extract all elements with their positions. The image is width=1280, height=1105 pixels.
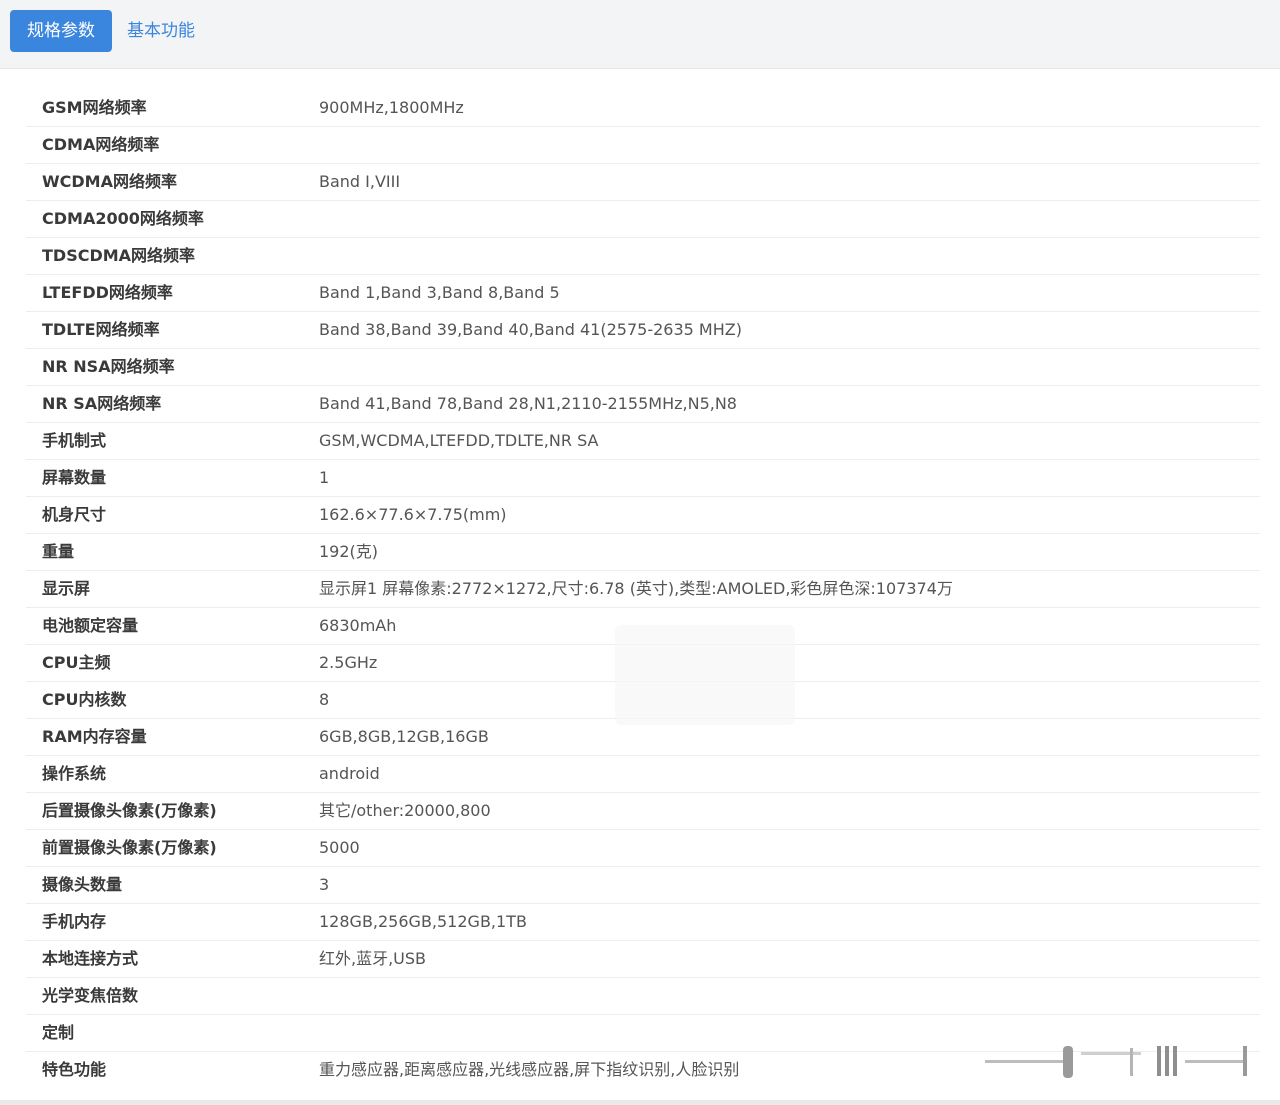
bottom-divider (0, 1100, 1280, 1105)
spec-row: 显示屏 显示屏1 屏幕像素:2772×1272,尺寸:6.78 (英寸),类型:A… (26, 571, 1260, 608)
spec-row: TDSCDMA网络频率 (26, 238, 1260, 275)
spec-value: 6GB,8GB,12GB,16GB (319, 727, 489, 746)
spec-value: Band I,VIII (319, 172, 401, 191)
spec-row: NR SA网络频率 Band 41,Band 78,Band 28,N1,2110… (26, 386, 1260, 423)
spec-key: 手机制式 (42, 431, 107, 450)
spec-value: 其它/other:20000,800 (319, 801, 491, 820)
spec-value: android (319, 764, 380, 783)
spec-row: 摄像头数量 3 (26, 867, 1260, 904)
spec-value: 128GB,256GB,512GB,1TB (319, 912, 527, 931)
spec-key: WCDMA网络频率 (42, 172, 177, 191)
spec-key: TDSCDMA网络频率 (42, 246, 196, 265)
watermark-logo-icon (985, 1046, 1247, 1078)
spec-row: NR NSA网络频率 (26, 349, 1260, 386)
spec-value: 1 (319, 468, 330, 487)
spec-key: 定制 (42, 1023, 75, 1042)
spec-key: CPU主频 (42, 653, 111, 672)
spec-row: CDMA网络频率 (26, 127, 1260, 164)
spec-value: Band 38,Band 39,Band 40,Band 41(2575-263… (319, 320, 742, 339)
tab-specs[interactable]: 规格参数 (10, 10, 112, 52)
spec-row: 手机制式 GSM,WCDMA,LTEFDD,TDLTE,NR SA (26, 423, 1260, 460)
spec-value: 900MHz,1800MHz (319, 98, 464, 117)
spec-key: 本地连接方式 (42, 949, 139, 968)
spec-row: 重量 192(克) (26, 534, 1260, 571)
spec-value: Band 1,Band 3,Band 8,Band 5 (319, 283, 560, 302)
spec-value: Band 41,Band 78,Band 28,N1,2110-2155MHz,… (319, 394, 737, 413)
spec-row: WCDMA网络频率 Band I,VIII (26, 164, 1260, 201)
spec-key: 电池额定容量 (42, 616, 139, 635)
spec-row: 机身尺寸 162.6×77.6×7.75(mm) (26, 497, 1260, 534)
tab-bar: 规格参数 基本功能 (0, 0, 1280, 69)
spec-key: RAM内存容量 (42, 727, 147, 746)
tab-basic-functions[interactable]: 基本功能 (110, 10, 212, 52)
spec-key: NR SA网络频率 (42, 394, 162, 413)
spec-row: 手机内存 128GB,256GB,512GB,1TB (26, 904, 1260, 941)
spec-value: 5000 (319, 838, 360, 857)
blurred-region (615, 625, 795, 725)
spec-row: 操作系统 android (26, 756, 1260, 793)
spec-key: CDMA网络频率 (42, 135, 160, 154)
spec-row: CDMA2000网络频率 (26, 201, 1260, 238)
spec-row: 前置摄像头像素(万像素) 5000 (26, 830, 1260, 867)
spec-row: 本地连接方式 红外,蓝牙,USB (26, 941, 1260, 978)
spec-value: 显示屏1 屏幕像素:2772×1272,尺寸:6.78 (英寸),类型:AMOL… (319, 579, 953, 598)
spec-value: 162.6×77.6×7.75(mm) (319, 505, 507, 524)
spec-row: 屏幕数量 1 (26, 460, 1260, 497)
spec-key: 前置摄像头像素(万像素) (42, 838, 217, 857)
spec-key: 显示屏 (42, 579, 91, 598)
spec-value: 2.5GHz (319, 653, 378, 672)
spec-key: 操作系统 (42, 764, 107, 783)
spec-key: 摄像头数量 (42, 875, 123, 894)
spec-key: 重量 (42, 542, 75, 561)
spec-key: NR NSA网络频率 (42, 357, 175, 376)
spec-value: 6830mAh (319, 616, 397, 635)
spec-row: GSM网络频率 900MHz,1800MHz (26, 90, 1260, 127)
spec-row: 光学变焦倍数 (26, 978, 1260, 1015)
spec-value: 192(克) (319, 542, 379, 561)
spec-table: GSM网络频率 900MHz,1800MHz CDMA网络频率 WCDMA网络频率… (26, 90, 1260, 1088)
spec-key: 手机内存 (42, 912, 107, 931)
spec-key: GSM网络频率 (42, 98, 147, 117)
spec-key: 屏幕数量 (42, 468, 107, 487)
spec-key: TDLTE网络频率 (42, 320, 160, 339)
spec-value: 8 (319, 690, 330, 709)
spec-key: 机身尺寸 (42, 505, 107, 524)
spec-key: 特色功能 (42, 1060, 107, 1079)
spec-key: LTEFDD网络频率 (42, 283, 173, 302)
spec-row: TDLTE网络频率 Band 38,Band 39,Band 40,Band 41… (26, 312, 1260, 349)
spec-key: 光学变焦倍数 (42, 986, 139, 1005)
spec-value: 3 (319, 875, 330, 894)
spec-value: 红外,蓝牙,USB (319, 949, 427, 968)
spec-key: CDMA2000网络频率 (42, 209, 204, 228)
spec-value: GSM,WCDMA,LTEFDD,TDLTE,NR SA (319, 431, 599, 450)
spec-value: 重力感应器,距离感应器,光线感应器,屏下指纹识别,人脸识别 (319, 1060, 740, 1079)
spec-key: CPU内核数 (42, 690, 127, 709)
spec-row: LTEFDD网络频率 Band 1,Band 3,Band 8,Band 5 (26, 275, 1260, 312)
spec-row: 后置摄像头像素(万像素) 其它/other:20000,800 (26, 793, 1260, 830)
spec-key: 后置摄像头像素(万像素) (42, 801, 217, 820)
